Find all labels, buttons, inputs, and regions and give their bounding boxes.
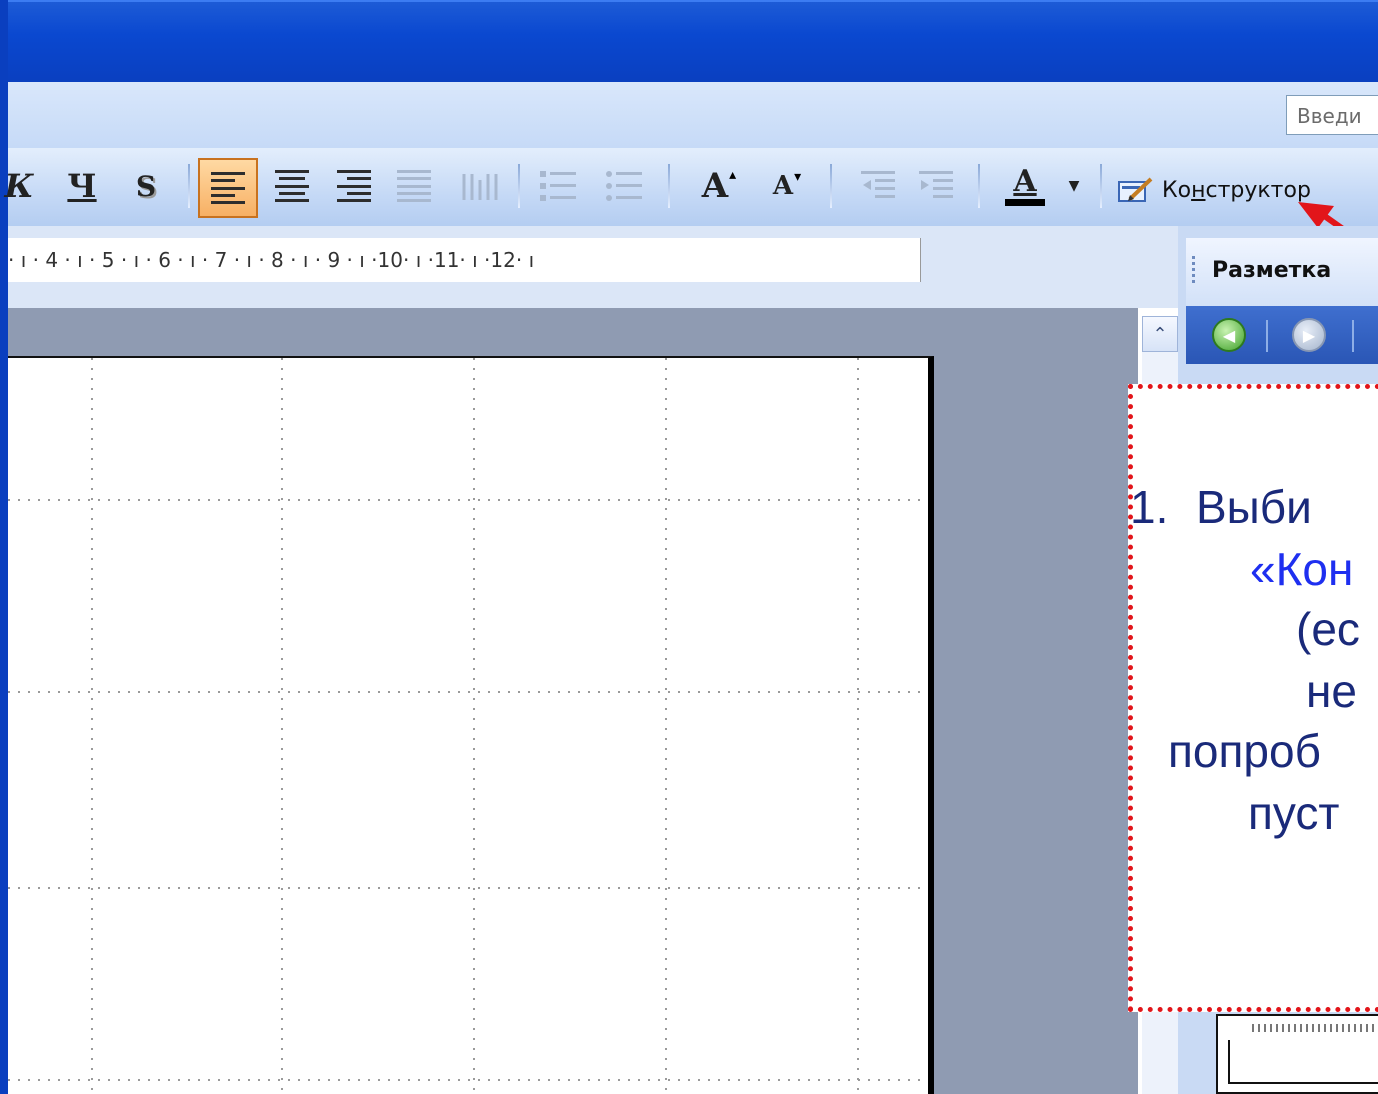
nav-separator xyxy=(1352,320,1354,352)
italic-label: К xyxy=(4,167,34,205)
font-grow-label: A xyxy=(701,166,729,206)
title-bar[interactable] xyxy=(8,0,1378,84)
shadow-button[interactable]: S xyxy=(124,162,168,210)
caret-up-icon: ▴ xyxy=(729,167,737,183)
nav-separator xyxy=(1266,320,1268,352)
chevron-down-icon: ▼ xyxy=(1068,178,1080,194)
arrow-right-icon: ▶ xyxy=(1302,325,1316,345)
powerpoint-window: Введи К Ч S A ▴ A ▾ A ▼ Конструктор · ı … xyxy=(0,0,1378,1094)
toolbar-separator xyxy=(830,164,832,208)
increase-indent-icon xyxy=(919,171,953,198)
distribute-icon xyxy=(462,174,498,200)
callout-line-5: попроб xyxy=(1168,725,1321,777)
decrease-font-size-button[interactable]: A ▾ xyxy=(762,162,812,210)
decrease-indent-icon xyxy=(861,171,895,198)
slide-grid xyxy=(8,358,928,1094)
designer-button[interactable]: Конструктор xyxy=(1118,170,1311,210)
font-color-button[interactable]: A xyxy=(996,162,1054,210)
callout-line-1: Выби xyxy=(1196,481,1312,533)
font-color-label: A xyxy=(1013,163,1037,199)
layout-placeholder-title xyxy=(1252,1024,1378,1032)
numbered-list-icon xyxy=(540,171,576,201)
bulleted-list-icon xyxy=(606,171,642,201)
underline-label: Ч xyxy=(67,167,97,205)
grip-handle[interactable] xyxy=(1192,256,1195,286)
callout-line-2: «Кон xyxy=(1250,543,1354,595)
align-left-button[interactable] xyxy=(198,158,258,218)
font-color-swatch xyxy=(1005,198,1045,206)
decrease-indent-button[interactable] xyxy=(856,162,900,210)
justify-button[interactable] xyxy=(392,162,436,210)
callout-line-3: (ес xyxy=(1296,603,1360,655)
toolbar-separator xyxy=(1100,164,1102,208)
toolbar-separator xyxy=(518,164,520,208)
callout-line-6: пуст xyxy=(1248,787,1340,839)
toolbar-separator xyxy=(978,164,980,208)
align-center-button[interactable] xyxy=(270,162,314,210)
task-pane-title: Разметка xyxy=(1212,258,1332,283)
increase-font-size-button[interactable]: A ▴ xyxy=(692,162,746,210)
toolbar-separator xyxy=(668,164,670,208)
layout-placeholder-body xyxy=(1228,1040,1378,1084)
underline-button[interactable]: Ч xyxy=(60,162,104,210)
scroll-up-button[interactable]: ⌃ xyxy=(1142,316,1178,352)
distribute-button[interactable] xyxy=(452,162,508,210)
slide-canvas[interactable] xyxy=(8,356,934,1094)
justify-icon xyxy=(397,170,431,202)
forward-button[interactable]: ▶ xyxy=(1292,318,1326,352)
align-right-button[interactable] xyxy=(332,162,376,210)
caret-down-icon: ▾ xyxy=(794,169,802,185)
back-button[interactable]: ◀ xyxy=(1212,318,1246,352)
arrow-left-icon: ◀ xyxy=(1222,325,1236,345)
designer-label: Конструктор xyxy=(1162,177,1311,203)
menu-bar xyxy=(8,82,1378,148)
italic-button[interactable]: К xyxy=(4,162,34,210)
numbering-button[interactable] xyxy=(536,162,580,210)
align-right-icon xyxy=(337,170,371,202)
help-search-input[interactable]: Введи xyxy=(1286,95,1378,135)
toolbar-separator xyxy=(188,164,190,208)
designer-icon xyxy=(1118,177,1153,202)
shadow-label: S xyxy=(135,169,157,203)
slide-layout-thumbnail[interactable] xyxy=(1216,1014,1378,1094)
callout-number: 1. xyxy=(1130,481,1169,533)
callout-line-4: не xyxy=(1306,665,1357,717)
align-left-icon xyxy=(211,172,245,204)
font-color-dropdown[interactable]: ▼ xyxy=(1064,162,1084,210)
bullets-button[interactable] xyxy=(602,162,646,210)
align-center-icon xyxy=(275,170,309,202)
chevron-up-icon: ⌃ xyxy=(1152,323,1168,345)
increase-indent-button[interactable] xyxy=(914,162,958,210)
font-shrink-label: A xyxy=(772,171,794,201)
horizontal-ruler[interactable]: · ı · 4 · ı · 5 · ı · 6 · ı · 7 · ı · 8 … xyxy=(8,238,921,282)
